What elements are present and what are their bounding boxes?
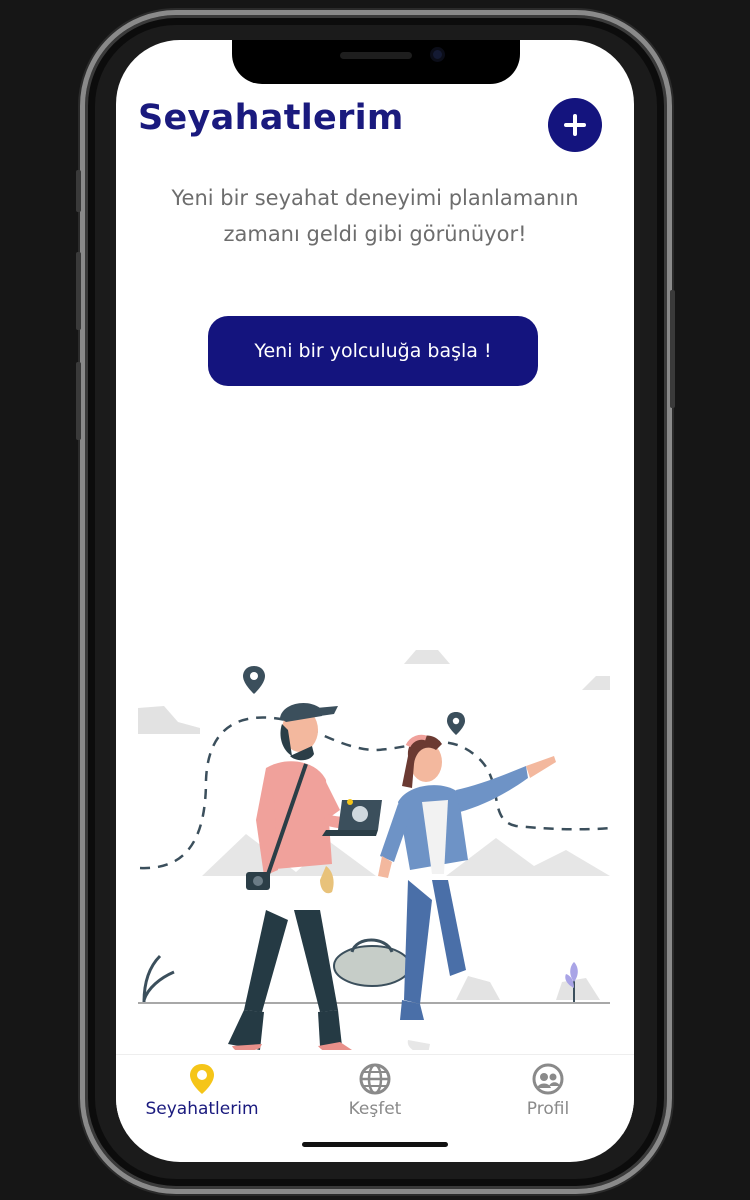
app-screen: Seyahatlerim Yeni bir seyahat deneyimi p…: [116, 40, 634, 1162]
globe-icon: [359, 1063, 391, 1095]
add-trip-button[interactable]: [548, 98, 602, 152]
tab-kesfet[interactable]: Keşfet: [289, 1055, 461, 1135]
map-pin-icon: [190, 1064, 214, 1094]
empty-state-message-line2: zamanı geldi gibi görünüyor!: [223, 222, 527, 246]
tab-label: Profil: [526, 1099, 570, 1119]
side-button: [76, 170, 81, 212]
home-indicator[interactable]: [302, 1142, 448, 1147]
tab-label: Seyahatlerim: [145, 1099, 259, 1119]
duffel-bag: [333, 938, 411, 987]
profile-icon: [532, 1063, 564, 1095]
location-pin-icon: [447, 712, 465, 735]
speaker: [340, 52, 412, 59]
tab-profil[interactable]: Profil: [462, 1055, 634, 1135]
start-journey-button[interactable]: Yeni bir yolculuğa başla !: [208, 316, 538, 386]
travelers-illustration: [138, 650, 611, 1050]
man-traveler: [228, 703, 366, 1050]
empty-state-message-line1: Yeni bir seyahat deneyimi planlamanın: [171, 186, 579, 210]
page-title: Seyahatlerim: [138, 98, 404, 138]
plant: [142, 954, 175, 1003]
route-path: [139, 716, 611, 870]
side-button: [76, 362, 81, 440]
plus-icon: [564, 114, 586, 136]
tab-label: Keşfet: [348, 1099, 402, 1119]
side-button: [76, 252, 81, 330]
side-button: [670, 290, 675, 408]
bottom-tab-bar: Seyahatlerim Keşfet Profil: [116, 1054, 634, 1134]
location-pin-icon: [243, 666, 265, 694]
notch: [232, 40, 520, 84]
empty-state-message: Yeni bir seyahat deneyimi planlamanın za…: [136, 180, 614, 252]
tab-seyahatlerim[interactable]: Seyahatlerim: [116, 1055, 288, 1135]
front-camera: [430, 47, 445, 62]
